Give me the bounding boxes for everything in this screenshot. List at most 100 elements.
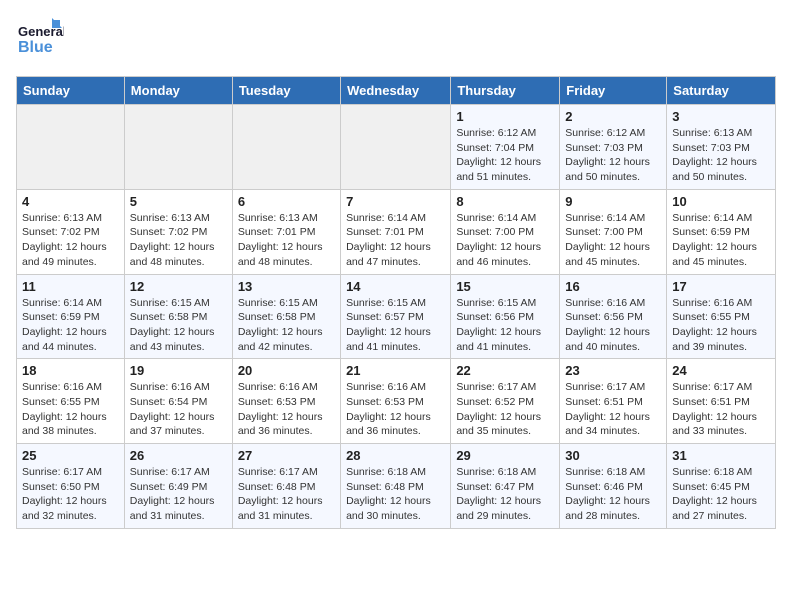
day-detail: Sunrise: 6:13 AM Sunset: 7:02 PM Dayligh… [130, 211, 227, 270]
day-number: 2 [565, 109, 661, 124]
day-number: 20 [238, 363, 335, 378]
day-detail: Sunrise: 6:14 AM Sunset: 7:00 PM Dayligh… [456, 211, 554, 270]
day-detail: Sunrise: 6:15 AM Sunset: 6:58 PM Dayligh… [238, 296, 335, 355]
calendar-cell [124, 105, 232, 190]
day-number: 6 [238, 194, 335, 209]
calendar-cell [341, 105, 451, 190]
day-number: 13 [238, 279, 335, 294]
day-number: 23 [565, 363, 661, 378]
day-number: 22 [456, 363, 554, 378]
calendar-cell: 9Sunrise: 6:14 AM Sunset: 7:00 PM Daylig… [560, 189, 667, 274]
calendar-cell: 28 Sunrise: 6:18 AM Sunset: 6:48 PM Dayli… [341, 444, 451, 529]
day-detail: Sunrise: 6:13 AM Sunset: 7:03 PM Dayligh… [672, 126, 770, 185]
day-detail: Sunrise: 6:12 AM Sunset: 7:03 PM Dayligh… [565, 126, 661, 185]
calendar-cell: 11 Sunrise: 6:14 AM Sunset: 6:59 PM Dayli… [17, 274, 125, 359]
weekday-header-tuesday: Tuesday [232, 77, 340, 105]
day-number: 19 [130, 363, 227, 378]
day-detail: Sunrise: 6:17 AM Sunset: 6:51 PM Dayligh… [672, 380, 770, 439]
day-number: 4 [22, 194, 119, 209]
logo: General Blue [16, 16, 64, 64]
day-detail: Sunrise: 6:16 AM Sunset: 6:54 PM Dayligh… [130, 380, 227, 439]
day-detail: Sunrise: 6:12 AM Sunset: 7:04 PM Dayligh… [456, 126, 554, 185]
weekday-header-thursday: Thursday [451, 77, 560, 105]
calendar-cell [17, 105, 125, 190]
calendar-cell: 16Sunrise: 6:16 AM Sunset: 6:56 PM Dayli… [560, 274, 667, 359]
calendar-cell: 22 Sunrise: 6:17 AM Sunset: 6:52 PM Dayli… [451, 359, 560, 444]
day-detail: Sunrise: 6:16 AM Sunset: 6:56 PM Dayligh… [565, 296, 661, 355]
day-number: 3 [672, 109, 770, 124]
calendar-cell: 7Sunrise: 6:14 AM Sunset: 7:01 PM Daylig… [341, 189, 451, 274]
calendar-cell: 10 Sunrise: 6:14 AM Sunset: 6:59 PM Dayli… [667, 189, 776, 274]
weekday-header-monday: Monday [124, 77, 232, 105]
day-number: 21 [346, 363, 445, 378]
calendar-cell: 8 Sunrise: 6:14 AM Sunset: 7:00 PM Daylig… [451, 189, 560, 274]
weekday-header-friday: Friday [560, 77, 667, 105]
weekday-header-saturday: Saturday [667, 77, 776, 105]
calendar-week-row: 25 Sunrise: 6:17 AM Sunset: 6:50 PM Dayli… [17, 444, 776, 529]
day-number: 10 [672, 194, 770, 209]
calendar-week-row: 4 Sunrise: 6:13 AM Sunset: 7:02 PM Daylig… [17, 189, 776, 274]
calendar-cell: 29 Sunrise: 6:18 AM Sunset: 6:47 PM Dayli… [451, 444, 560, 529]
day-number: 11 [22, 279, 119, 294]
day-number: 1 [456, 109, 554, 124]
day-number: 12 [130, 279, 227, 294]
day-detail: Sunrise: 6:16 AM Sunset: 6:55 PM Dayligh… [672, 296, 770, 355]
day-number: 30 [565, 448, 661, 463]
calendar-cell: 1 Sunrise: 6:12 AM Sunset: 7:04 PM Daylig… [451, 105, 560, 190]
day-detail: Sunrise: 6:14 AM Sunset: 6:59 PM Dayligh… [22, 296, 119, 355]
day-detail: Sunrise: 6:17 AM Sunset: 6:50 PM Dayligh… [22, 465, 119, 524]
day-detail: Sunrise: 6:15 AM Sunset: 6:57 PM Dayligh… [346, 296, 445, 355]
day-number: 25 [22, 448, 119, 463]
day-number: 15 [456, 279, 554, 294]
calendar-table: SundayMondayTuesdayWednesdayThursdayFrid… [16, 76, 776, 529]
calendar-cell: 2 Sunrise: 6:12 AM Sunset: 7:03 PM Daylig… [560, 105, 667, 190]
calendar-cell [232, 105, 340, 190]
calendar-cell: 3 Sunrise: 6:13 AM Sunset: 7:03 PM Daylig… [667, 105, 776, 190]
calendar-cell: 15 Sunrise: 6:15 AM Sunset: 6:56 PM Dayli… [451, 274, 560, 359]
calendar-cell: 31 Sunrise: 6:18 AM Sunset: 6:45 PM Dayli… [667, 444, 776, 529]
weekday-header-wednesday: Wednesday [341, 77, 451, 105]
page-header: General Blue [16, 16, 776, 64]
day-number: 27 [238, 448, 335, 463]
calendar-cell: 13 Sunrise: 6:15 AM Sunset: 6:58 PM Dayli… [232, 274, 340, 359]
logo-svg: General Blue [16, 16, 64, 64]
day-detail: Sunrise: 6:18 AM Sunset: 6:46 PM Dayligh… [565, 465, 661, 524]
calendar-cell: 20Sunrise: 6:16 AM Sunset: 6:53 PM Dayli… [232, 359, 340, 444]
day-number: 5 [130, 194, 227, 209]
calendar-cell: 27 Sunrise: 6:17 AM Sunset: 6:48 PM Dayli… [232, 444, 340, 529]
calendar-cell: 4 Sunrise: 6:13 AM Sunset: 7:02 PM Daylig… [17, 189, 125, 274]
calendar-cell: 23 Sunrise: 6:17 AM Sunset: 6:51 PM Dayli… [560, 359, 667, 444]
weekday-header-sunday: Sunday [17, 77, 125, 105]
day-detail: Sunrise: 6:17 AM Sunset: 6:52 PM Dayligh… [456, 380, 554, 439]
calendar-week-row: 18 Sunrise: 6:16 AM Sunset: 6:55 PM Dayli… [17, 359, 776, 444]
day-number: 17 [672, 279, 770, 294]
day-detail: Sunrise: 6:18 AM Sunset: 6:47 PM Dayligh… [456, 465, 554, 524]
day-detail: Sunrise: 6:17 AM Sunset: 6:51 PM Dayligh… [565, 380, 661, 439]
calendar-cell: 21 Sunrise: 6:16 AM Sunset: 6:53 PM Dayli… [341, 359, 451, 444]
day-number: 24 [672, 363, 770, 378]
day-detail: Sunrise: 6:18 AM Sunset: 6:48 PM Dayligh… [346, 465, 445, 524]
day-number: 8 [456, 194, 554, 209]
day-detail: Sunrise: 6:17 AM Sunset: 6:48 PM Dayligh… [238, 465, 335, 524]
svg-text:Blue: Blue [18, 39, 53, 56]
calendar-cell: 12Sunrise: 6:15 AM Sunset: 6:58 PM Dayli… [124, 274, 232, 359]
day-number: 18 [22, 363, 119, 378]
day-detail: Sunrise: 6:13 AM Sunset: 7:02 PM Dayligh… [22, 211, 119, 270]
day-number: 28 [346, 448, 445, 463]
day-number: 31 [672, 448, 770, 463]
day-detail: Sunrise: 6:15 AM Sunset: 6:56 PM Dayligh… [456, 296, 554, 355]
day-number: 9 [565, 194, 661, 209]
day-detail: Sunrise: 6:16 AM Sunset: 6:55 PM Dayligh… [22, 380, 119, 439]
calendar-header-row: SundayMondayTuesdayWednesdayThursdayFrid… [17, 77, 776, 105]
day-number: 29 [456, 448, 554, 463]
day-detail: Sunrise: 6:16 AM Sunset: 6:53 PM Dayligh… [346, 380, 445, 439]
calendar-cell: 30 Sunrise: 6:18 AM Sunset: 6:46 PM Dayli… [560, 444, 667, 529]
calendar-cell: 24 Sunrise: 6:17 AM Sunset: 6:51 PM Dayli… [667, 359, 776, 444]
day-detail: Sunrise: 6:18 AM Sunset: 6:45 PM Dayligh… [672, 465, 770, 524]
day-detail: Sunrise: 6:14 AM Sunset: 6:59 PM Dayligh… [672, 211, 770, 270]
day-number: 14 [346, 279, 445, 294]
day-number: 7 [346, 194, 445, 209]
day-number: 26 [130, 448, 227, 463]
calendar-cell: 18 Sunrise: 6:16 AM Sunset: 6:55 PM Dayli… [17, 359, 125, 444]
calendar-cell: 19 Sunrise: 6:16 AM Sunset: 6:54 PM Dayli… [124, 359, 232, 444]
